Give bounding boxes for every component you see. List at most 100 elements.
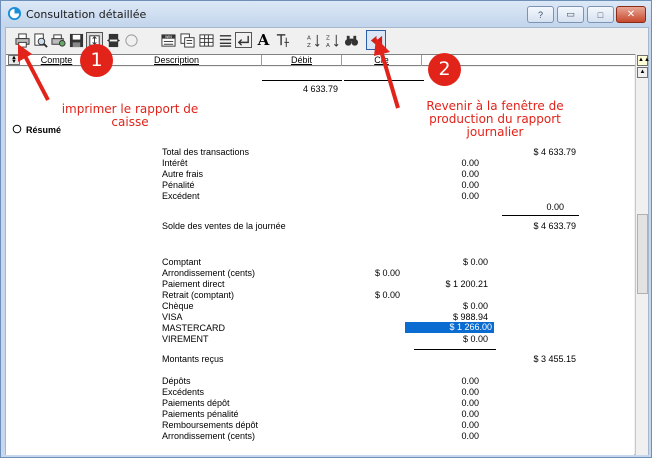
grid-icon (199, 33, 214, 47)
return-button[interactable] (235, 32, 252, 48)
find-icon (344, 35, 359, 46)
save-icon (69, 33, 84, 47)
list-item-label: Paiements dépôt (162, 398, 230, 408)
save-button[interactable] (68, 32, 85, 48)
lines-icon (219, 34, 232, 47)
svg-text:Z: Z (326, 35, 330, 41)
annotation-arrow-2-icon (374, 38, 400, 109)
merge-button[interactable] (105, 32, 122, 48)
montants-value: $ 3 455.15 (533, 354, 576, 364)
list-item-right: $ 0.00 (462, 301, 488, 311)
list-item-left: $ 0.00 (374, 268, 400, 278)
list-item-value: 0.00 (461, 191, 479, 201)
list-item-value: 0.00 (461, 431, 479, 441)
list-item-value: 0.00 (461, 169, 479, 179)
multi-doc-icon (180, 32, 195, 48)
selected-cell[interactable]: $ 1 266.00 (405, 322, 494, 333)
rule-debit (262, 80, 342, 81)
title-bar[interactable]: Consultation détaillée ? ▭ □ ✕ (1, 1, 651, 27)
sort-az-button[interactable]: AZ (305, 32, 322, 48)
list-item-label: Dépôts (162, 376, 191, 386)
maximize-button[interactable]: □ (587, 6, 614, 23)
win-label: WIN (165, 34, 172, 38)
annotation-badge-2: 2 (428, 53, 461, 86)
sort-az-icon: AZ (307, 34, 320, 48)
list-item-label: Remboursements dépôt (162, 420, 259, 430)
multi-doc-button[interactable] (179, 32, 196, 48)
svg-text:A: A (326, 43, 330, 48)
list-item-label: Intérêt (162, 158, 188, 168)
text-format-button[interactable] (274, 32, 291, 48)
app-logo-icon (7, 6, 22, 21)
total-transactions-value: $ 4 633.79 (533, 147, 576, 157)
rule-payments (414, 349, 496, 350)
list-item-right: $ 0.00 (462, 334, 488, 344)
solde-label: Solde des ventes de la journée (162, 221, 286, 231)
subtotal-value: 0.00 (546, 202, 564, 212)
list-item-value: 0.00 (461, 398, 479, 408)
sort-za-icon: ZA (326, 34, 339, 48)
list-item-label: Arrondissement (cents) (162, 268, 256, 278)
list-item-label: MASTERCARD (162, 323, 226, 333)
list-item-label: Retrait (comptant) (162, 290, 235, 300)
list-item-label: Pénalité (162, 180, 195, 190)
vertical-scrollbar[interactable]: ▲▲ ▲ (635, 54, 650, 455)
svg-text:Z: Z (307, 43, 311, 48)
list-item-label: Excédents (162, 387, 205, 397)
total-transactions-label: Total des transactions (162, 147, 250, 157)
list-item-label: Arrondissement (cents) (162, 431, 256, 441)
list-item-value: 0.00 (461, 409, 479, 419)
win-button[interactable]: WIN (160, 32, 177, 48)
list-item-left: $ 0.00 (374, 290, 400, 300)
scroll-up-icon[interactable]: ▲▲ (637, 55, 650, 66)
list-item-right: $ 988.94 (452, 312, 488, 322)
sort-za-button[interactable]: ZA (324, 32, 341, 48)
minimize-button[interactable]: ▭ (557, 6, 584, 23)
list-item-label: Autre frais (162, 169, 204, 179)
annotation-badge-1: 1 (80, 44, 113, 77)
debit-total: 4 633.79 (302, 84, 338, 94)
list-item-value: 0.00 (461, 376, 479, 386)
window-client-area: WIN A AZ ZA Compte Description Débit Cre… (5, 27, 650, 455)
annotation-arrow-1-icon (18, 44, 50, 101)
empty-circle-icon (125, 33, 138, 47)
list-item-label: Paiements pénalité (162, 409, 239, 419)
list-item-value: 0.00 (461, 180, 479, 190)
svg-text:A: A (307, 35, 311, 41)
help-button[interactable]: ? (527, 6, 554, 23)
scrollbar-thumb[interactable] (637, 214, 648, 294)
annotation-note-1: imprimer le rapport de caisse (61, 102, 199, 129)
list-item-label: VISA (162, 312, 183, 322)
window-title: Consultation détaillée (26, 8, 147, 21)
list-item-right: $ 1 200.21 (445, 279, 488, 289)
montants-label: Montants reçus (162, 354, 224, 364)
section-radio-icon[interactable] (12, 124, 22, 134)
close-button[interactable]: ✕ (616, 6, 646, 23)
list-item-label: Chèque (162, 301, 194, 311)
annotation-note-2: Revenir à la fenêtre de production du ra… (426, 99, 564, 139)
empty-circle-button[interactable] (123, 32, 140, 48)
list-item-label: Excédent (162, 191, 200, 201)
list-item-label: VIREMENT (162, 334, 209, 344)
section-title: Résumé (26, 125, 62, 135)
grid-button[interactable] (198, 32, 215, 48)
return-icon (237, 35, 249, 46)
list-item-label: Comptant (162, 257, 202, 267)
find-button[interactable] (343, 32, 360, 48)
list-item-right: $ 0.00 (462, 257, 488, 267)
font-icon: A (257, 31, 270, 49)
font-button[interactable]: A (255, 31, 272, 49)
list-item-value: 0.00 (461, 158, 479, 168)
solde-value: $ 4 633.79 (533, 221, 576, 231)
list-item-value: 0.00 (461, 387, 479, 397)
merge-icon (106, 33, 121, 47)
text-format-icon (276, 33, 290, 47)
rule-subtotal (502, 215, 579, 216)
lines-button[interactable] (217, 32, 234, 48)
scroll-up-arrow-icon[interactable]: ▲ (637, 67, 648, 78)
col-description[interactable]: Description (92, 55, 262, 66)
win-icon: WIN (161, 33, 176, 47)
col-debit[interactable]: Débit (262, 55, 342, 66)
list-item-label: Paiement direct (162, 279, 225, 289)
list-item-value: 0.00 (461, 420, 479, 430)
